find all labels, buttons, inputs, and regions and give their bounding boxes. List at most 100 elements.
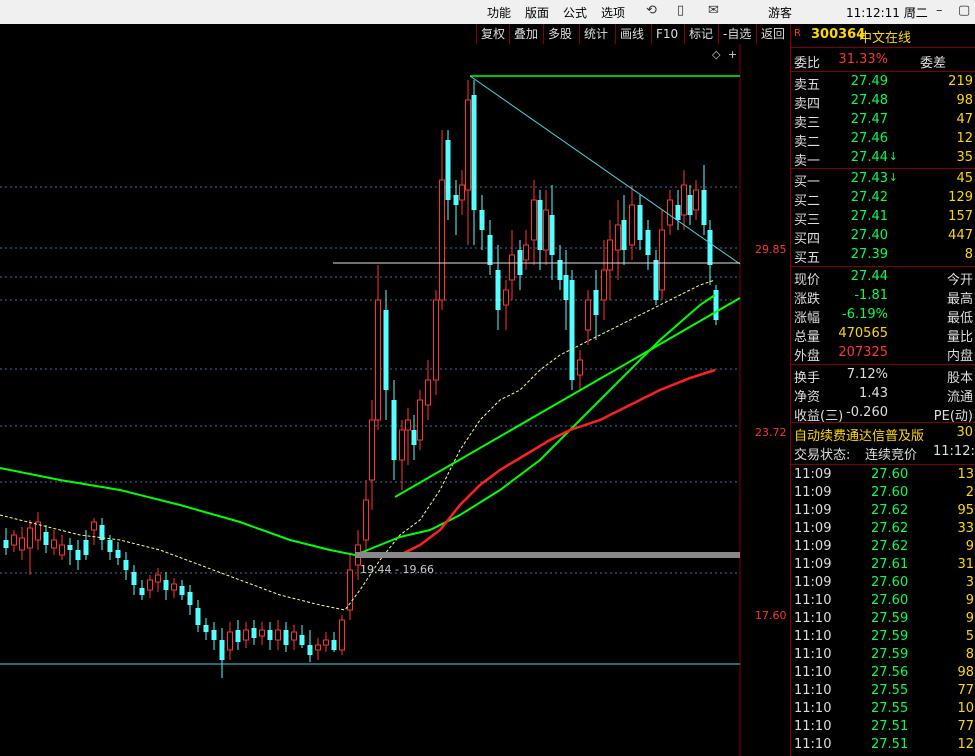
row-value: -1.81 [854,288,888,303]
kline-chart[interactable]: 19.44 - 19.66 ◇ + 29.85 23.72 17.60 [0,44,790,756]
f10-button[interactable]: F10 [651,24,682,44]
draw-line-button[interactable]: 画线 [615,24,648,44]
row-value: 27.44 [850,150,888,165]
candle [637,195,643,250]
candle [399,420,405,490]
trade-status: 交易状态: 连续竞价 11:12:0 [794,444,975,463]
candle [557,245,563,290]
candle [585,290,591,345]
menu-function[interactable]: 功能 [487,4,511,21]
mark-button[interactable]: 标记 [684,24,717,44]
row-sub: 47 [956,112,973,127]
row-label: 外盘 [794,349,821,364]
candle [83,530,89,560]
add-watchlist-button[interactable]: -自选 [718,24,755,44]
row-sub: 流通 [946,390,973,405]
row-label: 买四 [794,232,821,247]
row-label: 净资 [794,390,821,405]
row-value: 27.46 [850,131,888,146]
candle [369,400,375,510]
restore-icon[interactable]: ▢ [958,3,970,18]
menu-formula[interactable]: 公式 [563,4,587,21]
tick-time: 11:09 [794,539,832,554]
row-sub: 447 [948,228,973,243]
bid-row: 买一 27.43 45 ↓ [791,171,975,190]
tick-row: 11:09 27.60 2 [791,485,975,503]
tick-price: 27.56 [871,665,909,680]
guest-label[interactable]: 游客 [768,4,792,21]
candle [155,568,161,592]
tick-price: 27.62 [871,521,909,536]
tick-time: 11:09 [794,521,832,536]
tick-time: 11:09 [794,503,832,518]
candle [203,618,209,640]
minimize-icon[interactable]: – [936,3,943,18]
tick-row: 11:10 27.59 9 [791,611,975,629]
tick-price: 27.59 [871,647,909,662]
row-value: 7.12% [846,367,888,382]
candle [187,585,193,615]
candle [259,622,265,645]
bid-row: 买五 27.39 8 [791,247,975,266]
tick-time: 11:10 [794,719,832,734]
candle [537,190,543,270]
candle [211,622,217,650]
price-label-mid: 23.72 [755,426,787,439]
tick-price: 27.55 [871,683,909,698]
row-sub: 219 [948,74,973,89]
bid-row: 买四 27.40 447 [791,228,975,247]
return-button[interactable]: 返回 [756,24,789,44]
stats-button[interactable]: 统计 [579,24,612,44]
row-sub: 内盘 [946,349,973,364]
candle [383,290,389,420]
candle [487,220,493,275]
tick-price: 27.59 [871,629,909,644]
menu-layout[interactable]: 版面 [525,4,549,21]
tick-price: 27.59 [871,611,909,626]
title-bar: 功能 版面 公式 选项 ⟲ ▯ ✉ 游客 11:12:11 周二 ‹ – ▢ [0,0,975,25]
tick-price: 27.55 [871,701,909,716]
tick-volume: 12 [957,737,974,752]
candle [3,528,9,555]
candle [629,185,635,260]
candle [299,625,305,648]
row-sub: 最低 [946,311,973,326]
tick-row: 11:09 27.62 33 [791,521,975,539]
tick-row: 11:10 27.59 5 [791,629,975,647]
tick-volume: 13 [957,467,974,482]
price-label-low: 17.60 [755,609,787,622]
candle [147,575,153,598]
mail-icon[interactable]: ✉ [708,3,719,18]
stock-code: 300364 [811,27,866,42]
tick-volume: 5 [965,629,974,644]
promo-banner[interactable]: 自动续费通达信普及版 30 [791,425,975,444]
back-icon[interactable]: ‹ [911,3,916,18]
fq-button[interactable]: 复权 [476,24,509,44]
notepad-icon[interactable]: ▯ [677,3,684,18]
refresh-icon[interactable]: ⟲ [646,3,657,18]
row-sub: 98 [956,93,973,108]
tick-row: 11:09 27.60 3 [791,575,975,593]
tick-price: 27.51 [871,737,909,752]
candle [307,630,313,662]
candle [363,480,369,555]
tick-volume: 31 [957,557,974,572]
tick-time: 11:10 [794,665,832,680]
menu-options[interactable]: 选项 [601,4,625,21]
candle [375,265,381,430]
tick-volume: 10 [957,701,974,716]
overlay-button[interactable]: 叠加 [509,24,542,44]
row-value: -6.19% [842,307,888,322]
gap-band [355,552,740,558]
candle [569,270,575,390]
tick-volume: 98 [957,665,974,680]
candle [653,250,659,305]
tick-price: 27.60 [871,593,909,608]
multi-stock-button[interactable]: 多股 [543,24,576,44]
stock-name: 中文在线 [859,31,912,46]
candle [339,615,345,655]
candle [531,180,537,265]
tick-row: 11:10 27.60 9 [791,593,975,611]
row-label: 买二 [794,194,821,209]
tick-row: 11:09 27.60 13 [791,467,975,485]
